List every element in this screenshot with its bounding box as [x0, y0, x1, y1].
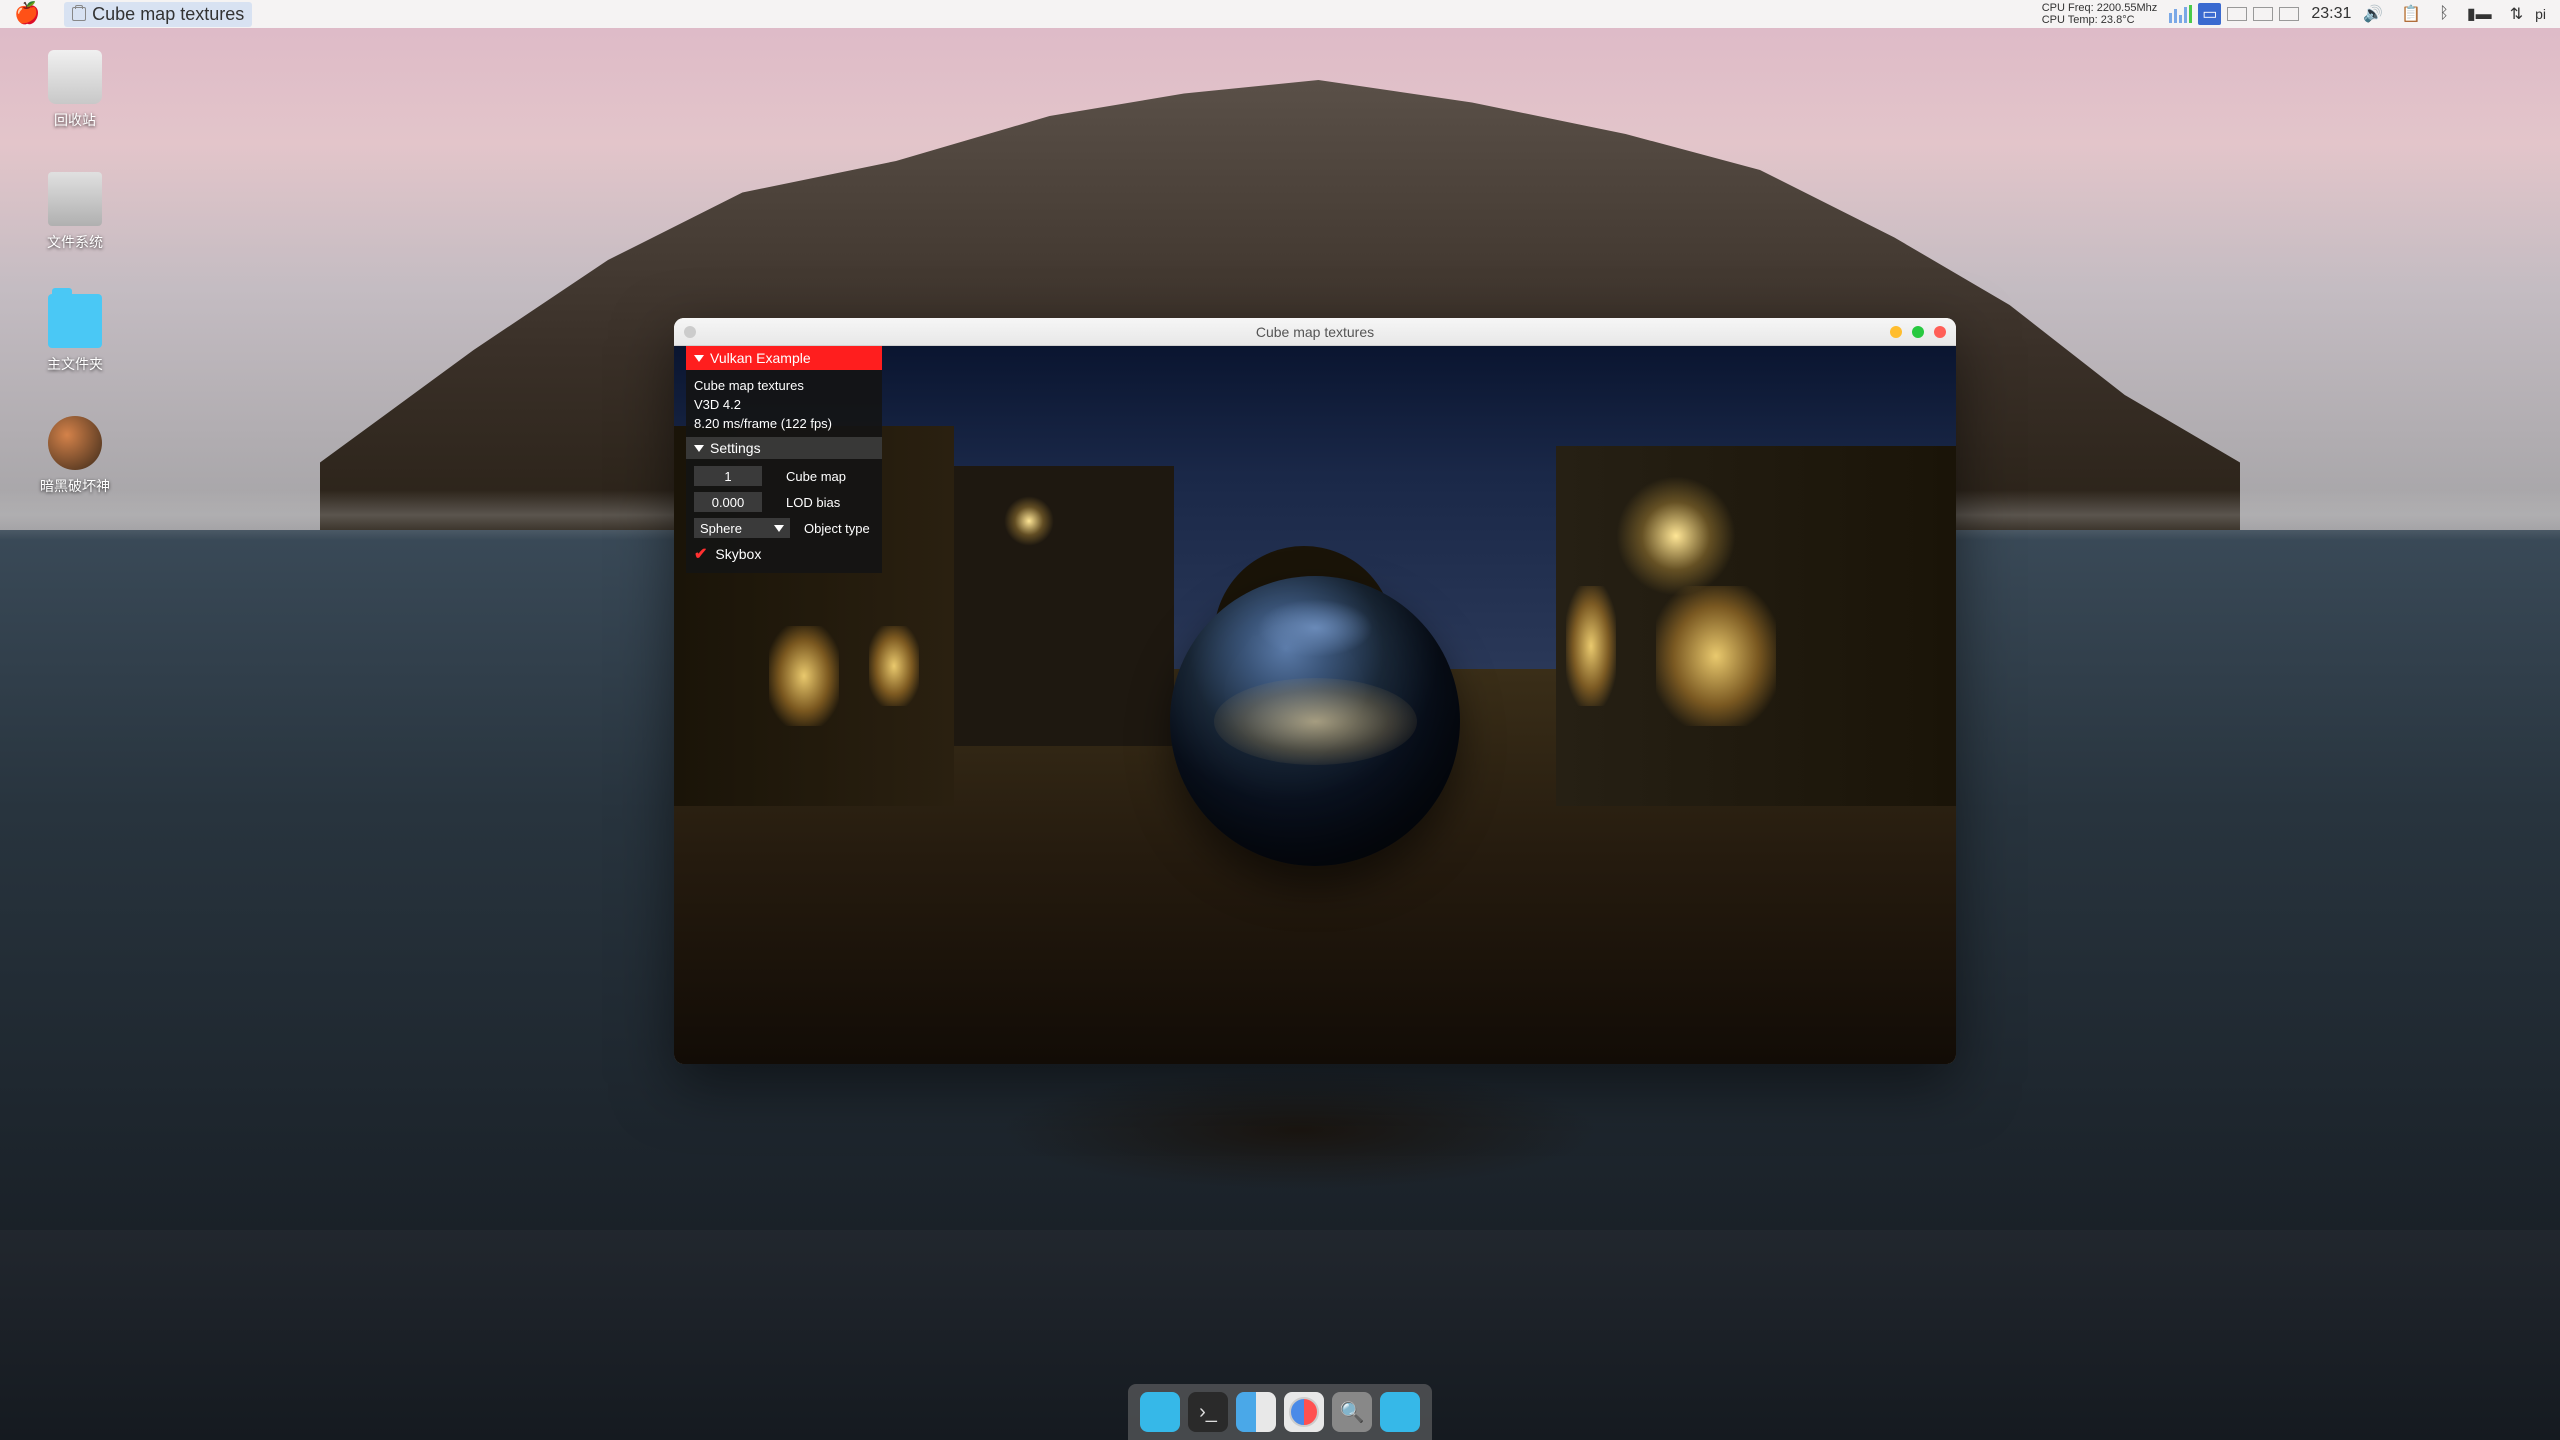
display-tray-icon[interactable]: ▭	[2198, 3, 2221, 25]
sphere-highlight	[1257, 599, 1373, 657]
scene-sphere	[1170, 576, 1460, 866]
dock: ›_ 🔍	[1128, 1384, 1432, 1440]
collapse-icon	[694, 445, 704, 452]
settings-label: Settings	[710, 440, 761, 456]
app-window-icon	[72, 7, 86, 21]
disk-image-icon	[48, 172, 102, 226]
cpu-temp: CPU Temp: 23.8°C	[2042, 14, 2158, 26]
tray-box-3-icon[interactable]	[2279, 7, 2299, 21]
lod-input[interactable]	[694, 492, 762, 512]
active-app-menu[interactable]: Cube map textures	[64, 2, 252, 27]
scene-lamp-glow	[1616, 476, 1736, 596]
object-combo[interactable]: Sphere	[694, 518, 790, 538]
desktop-icons: 回收站 文件系统 主文件夹 暗黑破坏神	[30, 50, 120, 496]
menubar-left: 🍎 Cube map textures	[0, 2, 252, 27]
scene-window-glow	[769, 626, 839, 726]
bluetooth-icon[interactable]: ᛒ	[2433, 3, 2455, 25]
collapse-icon	[694, 355, 704, 362]
clock[interactable]: 23:31	[2311, 5, 2351, 23]
folder-image-icon	[48, 294, 102, 348]
menubar-right: CPU Freq: 2200.55Mhz CPU Temp: 23.8°C ▭ …	[2042, 2, 2560, 26]
cpu-freq: CPU Freq: 2200.55Mhz	[2042, 2, 2158, 14]
traffic-gray-icon[interactable]	[684, 326, 696, 338]
imgui-header[interactable]: Vulkan Example	[686, 346, 882, 370]
maximize-button[interactable]	[1912, 326, 1924, 338]
scene-window-glow	[869, 626, 919, 706]
dock-folder-icon[interactable]	[1380, 1392, 1420, 1432]
lod-control: LOD bias	[694, 489, 874, 515]
imgui-panel[interactable]: Vulkan Example Cube map textures V3D 4.2…	[686, 346, 882, 573]
object-control: Sphere Object type	[694, 515, 874, 541]
scene-building-mid	[954, 466, 1174, 746]
traffic-lights-right	[1890, 326, 1946, 338]
filesystem-icon[interactable]: 文件系统	[30, 172, 120, 252]
check-icon: ✔	[694, 544, 707, 564]
scene-window-glow	[1656, 586, 1776, 726]
game-label: 暗黑破坏神	[40, 476, 110, 496]
user-name[interactable]: pi	[2535, 6, 2546, 22]
minimize-button[interactable]	[1890, 326, 1902, 338]
clipboard-icon[interactable]: 📋	[2395, 2, 2427, 26]
imgui-header-label: Vulkan Example	[710, 350, 811, 366]
apple-logo-icon[interactable]: 🍎	[14, 2, 40, 26]
sphere-reflection	[1214, 678, 1417, 765]
scene-lamp-glow	[1004, 496, 1054, 546]
app-title: Cube map textures	[92, 4, 244, 25]
close-button[interactable]	[1934, 326, 1946, 338]
info-device: V3D 4.2	[694, 395, 874, 414]
cpu-info: CPU Freq: 2200.55Mhz CPU Temp: 23.8°C	[2042, 2, 2158, 26]
skybox-checkbox[interactable]: ✔ Skybox	[694, 541, 874, 567]
window-title: Cube map textures	[1256, 324, 1374, 340]
home-folder-icon[interactable]: 主文件夹	[30, 294, 120, 374]
game-image-icon	[48, 416, 102, 470]
trash-icon[interactable]: 回收站	[30, 50, 120, 130]
dock-terminal-icon[interactable]: ›_	[1188, 1392, 1228, 1432]
object-label: Object type	[800, 521, 874, 536]
titlebar[interactable]: Cube map textures	[674, 318, 1956, 346]
cubemap-input[interactable]	[694, 466, 762, 486]
cubemap-label: Cube map	[772, 469, 874, 484]
dock-files-icon[interactable]	[1140, 1392, 1180, 1432]
info-title: Cube map textures	[694, 376, 874, 395]
tray-box-2-icon[interactable]	[2253, 7, 2273, 21]
battery-icon[interactable]: ▮▬	[2461, 2, 2498, 26]
imgui-body: Cube map textures V3D 4.2 8.20 ms/frame …	[686, 370, 882, 573]
app-window[interactable]: Cube map textures Vulkan Example Cu	[674, 318, 1956, 1064]
volume-icon[interactable]: 🔊	[2357, 2, 2389, 26]
home-label: 主文件夹	[47, 354, 103, 374]
lod-label: LOD bias	[772, 495, 874, 510]
settings-header[interactable]: Settings	[686, 437, 882, 459]
menubar: 🍎 Cube map textures CPU Freq: 2200.55Mhz…	[0, 0, 2560, 28]
trash-image-icon	[48, 50, 102, 104]
wallpaper-rocks	[1000, 1070, 1600, 1190]
chevron-down-icon	[774, 525, 784, 532]
tray-box-1-icon[interactable]	[2227, 7, 2247, 21]
dock-safari-icon[interactable]	[1284, 1392, 1324, 1432]
traffic-lights-left	[684, 326, 696, 338]
compass-icon	[1289, 1397, 1319, 1427]
skybox-label: Skybox	[715, 546, 761, 562]
info-fps: 8.20 ms/frame (122 fps)	[694, 414, 874, 433]
cubemap-control: Cube map	[694, 463, 874, 489]
filesystem-label: 文件系统	[47, 232, 103, 252]
network-icon[interactable]: ⇅	[2504, 2, 2529, 26]
dock-finder-icon[interactable]	[1236, 1392, 1276, 1432]
object-value: Sphere	[700, 521, 742, 536]
scene-window-glow	[1566, 586, 1616, 706]
trash-label: 回收站	[54, 110, 96, 130]
game-shortcut-icon[interactable]: 暗黑破坏神	[30, 416, 120, 496]
cpu-bars-icon[interactable]	[2169, 5, 2192, 23]
dock-search-icon[interactable]: 🔍	[1332, 1392, 1372, 1432]
